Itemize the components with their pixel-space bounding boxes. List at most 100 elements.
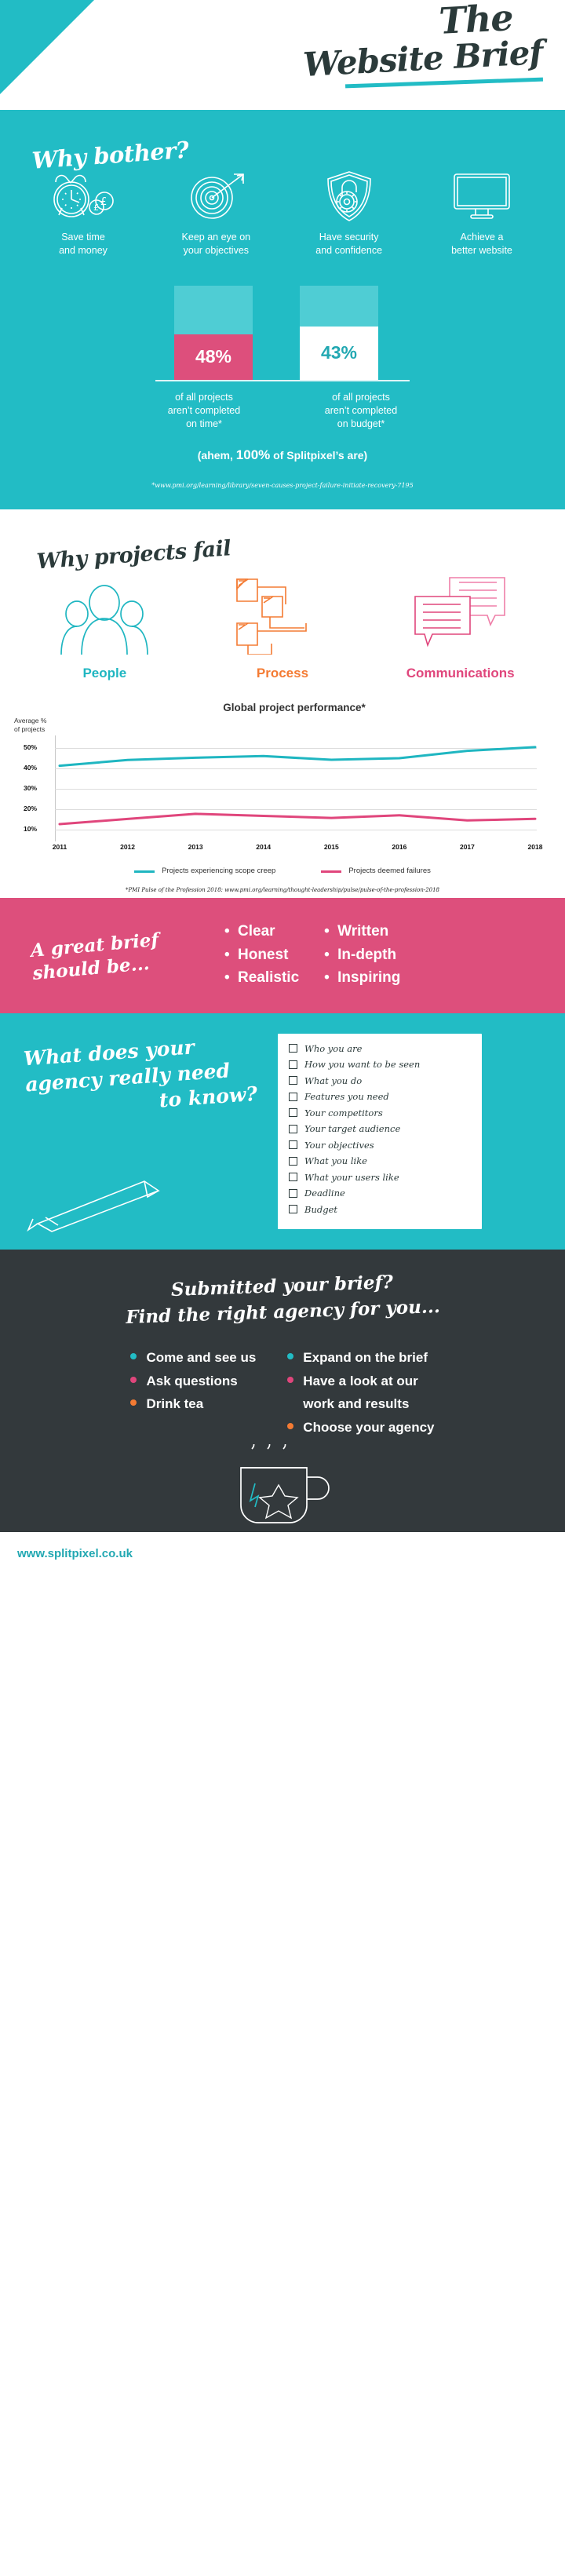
next-step-label: Have a look at our work and results bbox=[303, 1373, 418, 1412]
global-performance-chart: Global project performance* Average % of … bbox=[0, 689, 565, 899]
checklist-label: Your objectives bbox=[304, 1139, 374, 1151]
bar-caption-on-time: of all projects aren’t completed on time* bbox=[167, 391, 241, 429]
why-projects-fail-section: Why projects fail People Process Communi… bbox=[0, 509, 565, 690]
next-step-item: Come and see us bbox=[130, 1346, 256, 1370]
legend-label-scope-creep: Projects experiencing scope creep bbox=[162, 866, 276, 875]
shield-padlock-icon bbox=[286, 170, 412, 223]
checkbox-icon[interactable] bbox=[289, 1044, 297, 1053]
checkbox-icon[interactable] bbox=[289, 1205, 297, 1214]
next-step-item: Drink tea bbox=[130, 1392, 256, 1416]
chart-series-lines bbox=[58, 746, 537, 826]
checkbox-icon[interactable] bbox=[289, 1108, 297, 1118]
checklist-row[interactable]: What you do bbox=[289, 1075, 471, 1086]
chart-plot-area: 10% 20% 30% 40% 50% bbox=[24, 735, 541, 841]
great-brief-item: Written bbox=[324, 920, 400, 943]
checklist-row[interactable]: Features you need bbox=[289, 1091, 471, 1102]
chart-source-note: *PMI Pulse of the Profession 2018: www.p… bbox=[125, 887, 440, 894]
checklist-label: What you like bbox=[304, 1155, 367, 1167]
great-brief-item: Inspiring bbox=[324, 966, 400, 990]
checklist-row[interactable]: Deadline bbox=[289, 1188, 471, 1199]
checklist-row[interactable]: How you want to be seen bbox=[289, 1059, 471, 1070]
checklist-label: Features you need bbox=[304, 1091, 389, 1103]
benefit-item-security: Have security and confidence bbox=[286, 170, 412, 257]
chart-x-tick: 2016 bbox=[392, 842, 407, 851]
checkbox-icon[interactable] bbox=[289, 1060, 297, 1069]
bar-captions: of all projects aren’t completed on time* … bbox=[0, 391, 565, 431]
chart-line-failures bbox=[58, 812, 537, 826]
next-step-item: Choose your agency bbox=[287, 1416, 435, 1439]
footer-url[interactable]: www.splitpixel.co.uk bbox=[17, 1547, 133, 1560]
great-brief-column-2: WrittenIn-depthInspiring bbox=[324, 920, 400, 990]
next-steps-lists: Come and see us Ask questions Drink tea Ex… bbox=[0, 1346, 565, 1439]
process-flowchart-icon bbox=[204, 576, 361, 655]
checklist-row[interactable]: Your competitors bbox=[289, 1107, 471, 1118]
checkbox-icon[interactable] bbox=[289, 1092, 297, 1101]
chart-line-scope-creep bbox=[58, 746, 537, 767]
agency-needs-section: What does your agency really need to kno… bbox=[0, 1013, 565, 1250]
legend-item-failures: Projects deemed failures bbox=[321, 867, 431, 877]
tea-mug-icon bbox=[0, 1443, 565, 1532]
ahem-prefix: (ahem, bbox=[197, 449, 233, 462]
great-brief-column-1: ClearHonestRealistic bbox=[224, 920, 299, 990]
checkbox-icon[interactable] bbox=[289, 1124, 297, 1133]
next-steps-section: Submitted your brief? Find the right age… bbox=[0, 1250, 565, 1532]
checklist-row[interactable]: Your target audience bbox=[289, 1123, 471, 1134]
chart-x-tick: 2015 bbox=[323, 842, 339, 851]
checklist-label: How you want to be seen bbox=[304, 1059, 421, 1071]
great-brief-section: A great brief should be... ClearHonestRe… bbox=[0, 898, 565, 1013]
benefit-item-save-time: £ £ Save time and money bbox=[20, 170, 146, 257]
benefit-item-better-website: Achieve a better website bbox=[419, 170, 545, 257]
checklist-row[interactable]: What you like bbox=[289, 1155, 471, 1166]
next-steps-heading: Submitted your brief? Find the right age… bbox=[0, 1264, 565, 1336]
checkbox-icon[interactable] bbox=[289, 1188, 297, 1198]
bullet-dot-icon bbox=[287, 1376, 294, 1383]
chart-x-tick: 2013 bbox=[188, 842, 203, 851]
chart-x-tick: 2018 bbox=[527, 842, 543, 851]
chart-x-tick: 2012 bbox=[120, 842, 136, 851]
checklist-label: Who you are bbox=[304, 1042, 363, 1054]
bar-baseline bbox=[155, 379, 410, 381]
failure-label-communications: Communications bbox=[406, 666, 515, 681]
great-brief-heading: A great brief should be... bbox=[29, 929, 160, 984]
legend-swatch-pink bbox=[321, 870, 342, 873]
next-step-item: Have a look at our work and results bbox=[287, 1370, 434, 1417]
checkbox-icon[interactable] bbox=[289, 1076, 297, 1085]
checklist-row[interactable]: Your objectives bbox=[289, 1140, 471, 1151]
next-steps-column-2: Expand on the brief Have a look at our wor… bbox=[287, 1346, 435, 1439]
next-steps-column-1: Come and see us Ask questions Drink tea bbox=[130, 1346, 256, 1439]
checklist-label: Your target audience bbox=[304, 1123, 401, 1135]
brief-checklist[interactable]: Who you are How you want to be seen What y… bbox=[278, 1033, 482, 1230]
next-step-label: Choose your agency bbox=[303, 1420, 435, 1436]
checklist-row[interactable]: What your users like bbox=[289, 1172, 471, 1183]
checklist-row[interactable]: Budget bbox=[289, 1204, 471, 1215]
alarm-clock-money-icon: £ £ bbox=[20, 170, 146, 223]
checkbox-icon[interactable] bbox=[289, 1140, 297, 1150]
bar-caption-on-budget: of all projects aren’t completed on budget… bbox=[324, 391, 398, 429]
checkbox-icon[interactable] bbox=[289, 1156, 297, 1166]
failure-item-communications: Communications bbox=[382, 576, 539, 681]
benefit-item-objectives: Keep an eye on your objectives bbox=[153, 170, 279, 257]
ahem-number: 100% bbox=[235, 447, 271, 463]
checkbox-icon[interactable] bbox=[289, 1173, 297, 1182]
failure-reason-row: People Process Communications bbox=[0, 556, 565, 681]
bullet-dot-icon bbox=[287, 1423, 294, 1430]
chart-x-tick: 2011 bbox=[52, 842, 67, 851]
bar-column-on-time: 48% bbox=[174, 285, 253, 380]
speech-bubbles-icon bbox=[382, 576, 539, 655]
chart-y-axis-label: Average % of projects bbox=[14, 717, 47, 733]
pmi-source-note: *www.pmi.org/learning/library/seven-caus… bbox=[151, 482, 414, 490]
title-block: The Website Brief bbox=[302, 0, 544, 89]
pencil-icon bbox=[27, 1173, 168, 1237]
chart-x-ticks: 2011 2012 2013 2014 2015 2016 2017 2018 bbox=[24, 842, 543, 856]
footer: www.splitpixel.co.uk bbox=[0, 1531, 565, 1576]
bullet-dot-icon bbox=[130, 1376, 137, 1383]
bar-value-48: 48% bbox=[174, 334, 253, 380]
agency-needs-heading: What does your agency really need to kno… bbox=[23, 1030, 263, 1122]
great-brief-item: Honest bbox=[224, 943, 299, 967]
bullet-dot-icon bbox=[130, 1399, 137, 1407]
great-brief-item: Clear bbox=[224, 920, 299, 943]
legend-label-failures: Projects deemed failures bbox=[348, 866, 431, 875]
next-step-label: Ask questions bbox=[146, 1373, 238, 1388]
checklist-row[interactable]: Who you are bbox=[289, 1043, 471, 1054]
svg-text:£: £ bbox=[100, 196, 107, 208]
